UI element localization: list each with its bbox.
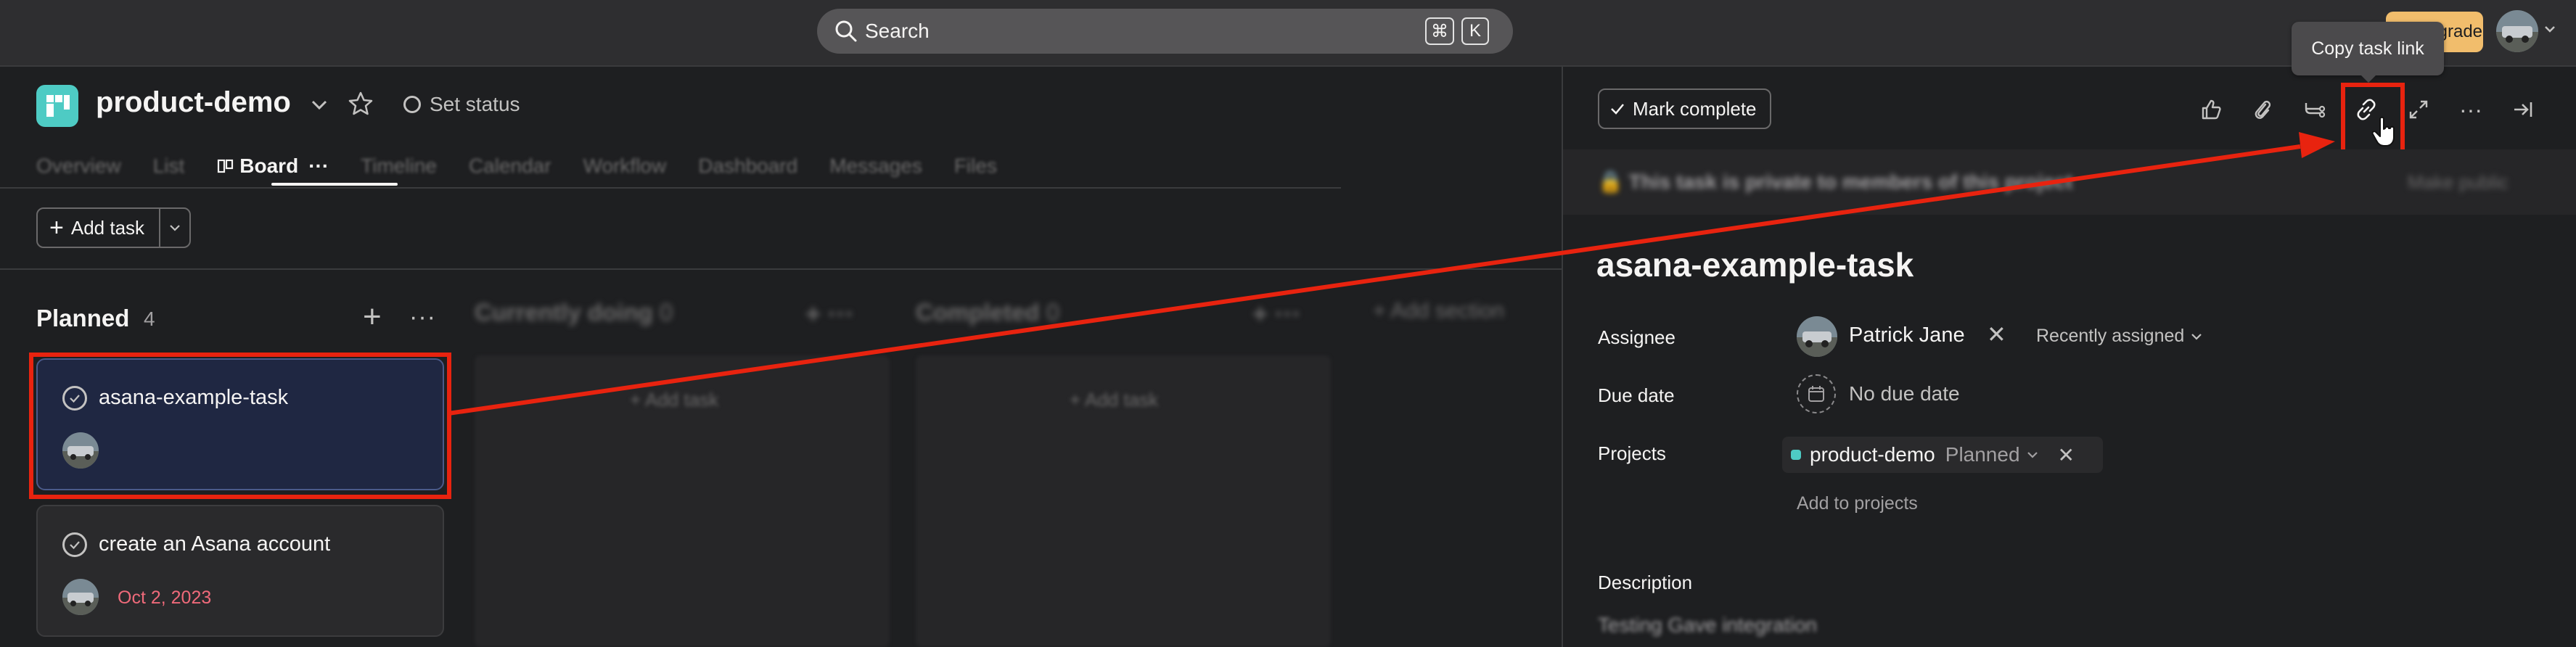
- plus-icon: +: [49, 214, 64, 242]
- expand-icon[interactable]: [2400, 91, 2437, 128]
- more-actions-icon[interactable]: ···: [2453, 91, 2489, 128]
- add-task-column-icon[interactable]: + ···: [805, 299, 854, 329]
- top-bar: Search ⌘ K Upgrade: [0, 0, 2576, 67]
- checkmark-icon: [1611, 104, 1624, 115]
- header-divider: [0, 187, 1341, 189]
- annotation-highlight-box: [29, 353, 451, 499]
- tab-board-label: Board: [239, 154, 299, 177]
- close-pane-icon[interactable]: [2505, 91, 2541, 128]
- set-status-button[interactable]: Set status: [403, 93, 520, 116]
- chevron-down-icon: [2191, 333, 2202, 340]
- tab-workflow[interactable]: Workflow: [583, 154, 667, 178]
- remove-assignee-icon[interactable]: ✕: [1987, 321, 2006, 348]
- more-icon[interactable]: ···: [308, 154, 329, 178]
- add-task-column-icon[interactable]: +: [363, 299, 382, 335]
- search-bar[interactable]: Search ⌘ K: [817, 9, 1513, 54]
- project-chip[interactable]: product-demo Planned ✕: [1782, 437, 2103, 473]
- inline-add-task[interactable]: + Add task: [630, 389, 718, 411]
- user-avatar[interactable]: [2496, 10, 2538, 52]
- project-tabs: Overview List Board ··· Timeline Calenda…: [36, 148, 1029, 184]
- column-title-currently-doing: Currently doing 0: [475, 299, 673, 326]
- mark-complete-button[interactable]: Mark complete: [1598, 88, 1771, 129]
- status-circle-icon: [403, 96, 421, 113]
- toolbar-divider: [0, 268, 1562, 270]
- set-status-label: Set status: [430, 93, 520, 115]
- tooltip-text: Copy task link: [2311, 38, 2424, 59]
- shortcut-k-key: K: [1461, 17, 1489, 45]
- description-label: Description: [1598, 572, 1693, 593]
- column-title-completed: Completed 0: [916, 299, 1060, 326]
- private-banner-text: 🔒 This task is private to members of thi…: [1598, 170, 2073, 193]
- mark-complete-label: Mark complete: [1633, 97, 1757, 120]
- inline-add-task[interactable]: + Add task: [1070, 389, 1158, 411]
- project-title: product-demo: [96, 86, 291, 118]
- add-task-button[interactable]: + Add task: [38, 209, 161, 247]
- add-to-projects-button[interactable]: Add to projects: [1797, 493, 1918, 514]
- active-tab-indicator: [271, 183, 398, 186]
- tab-calendar[interactable]: Calendar: [469, 154, 551, 178]
- tab-messages[interactable]: Messages: [829, 154, 922, 178]
- board-icon: [218, 159, 234, 173]
- search-icon: [833, 18, 859, 44]
- star-icon[interactable]: [347, 90, 374, 121]
- assignee-label: Assignee: [1598, 326, 1675, 348]
- like-icon[interactable]: [2193, 91, 2229, 128]
- due-date-label: Due date: [1598, 384, 1675, 406]
- shortcut-cmd-key: ⌘: [1425, 17, 1454, 45]
- hand-cursor-icon: [2371, 116, 2397, 152]
- chevron-down-icon: [170, 225, 180, 231]
- section-label: Planned: [1945, 443, 2020, 466]
- project-icon: [36, 85, 78, 127]
- due-date-value[interactable]: No due date: [1849, 382, 1960, 405]
- add-section-button[interactable]: + Add section: [1373, 299, 1504, 324]
- assignee-avatar[interactable]: [1797, 316, 1837, 357]
- project-menu-chevron-icon[interactable]: [308, 94, 330, 120]
- subtask-icon[interactable]: [2296, 91, 2332, 128]
- tab-dashboard[interactable]: Dashboard: [698, 154, 797, 178]
- make-public-link[interactable]: Make public: [2408, 171, 2509, 194]
- project-chip-name[interactable]: product-demo: [1810, 443, 1935, 466]
- description-text[interactable]: Testing Gave integration: [1598, 614, 1817, 637]
- task-card[interactable]: create an Asana account Oct 2, 2023: [36, 505, 444, 637]
- tab-board[interactable]: Board ···: [216, 154, 329, 178]
- project-color-dot: [1791, 450, 1801, 460]
- tab-timeline[interactable]: Timeline: [361, 154, 437, 178]
- attachment-icon[interactable]: [2244, 91, 2280, 128]
- chevron-down-icon[interactable]: [2543, 22, 2557, 40]
- add-task-button-group: + Add task: [36, 207, 192, 248]
- add-task-label: Add task: [70, 216, 145, 239]
- calendar-icon[interactable]: [1797, 374, 1836, 413]
- projects-label: Projects: [1598, 442, 1666, 464]
- remove-project-icon[interactable]: ✕: [2058, 443, 2075, 467]
- section-dropdown[interactable]: Planned: [1945, 443, 2039, 466]
- task-title[interactable]: asana-example-task: [1596, 245, 1913, 284]
- copy-task-link-tooltip: Copy task link: [2292, 22, 2444, 83]
- tab-list[interactable]: List: [153, 154, 185, 178]
- recently-assigned-dropdown[interactable]: Recently assigned: [2036, 326, 2203, 347]
- column-title-planned: Planned: [36, 305, 130, 331]
- search-label: Search: [865, 20, 930, 42]
- tab-files[interactable]: Files: [954, 154, 997, 178]
- column-count-planned: 4: [144, 308, 155, 330]
- assignee-avatar[interactable]: [62, 579, 99, 615]
- add-task-dropdown[interactable]: [160, 209, 189, 247]
- check-circle-icon[interactable]: [62, 532, 87, 557]
- column-more-icon[interactable]: ···: [409, 303, 436, 331]
- assignee-name[interactable]: Patrick Jane: [1849, 324, 1965, 347]
- task-due-date: Oct 2, 2023: [118, 588, 212, 608]
- recently-assigned-label: Recently assigned: [2036, 326, 2185, 346]
- chevron-down-icon: [2027, 452, 2038, 458]
- add-task-column-icon[interactable]: + ···: [1252, 299, 1301, 329]
- tab-overview[interactable]: Overview: [36, 154, 121, 178]
- task-card-title: create an Asana account: [99, 532, 331, 556]
